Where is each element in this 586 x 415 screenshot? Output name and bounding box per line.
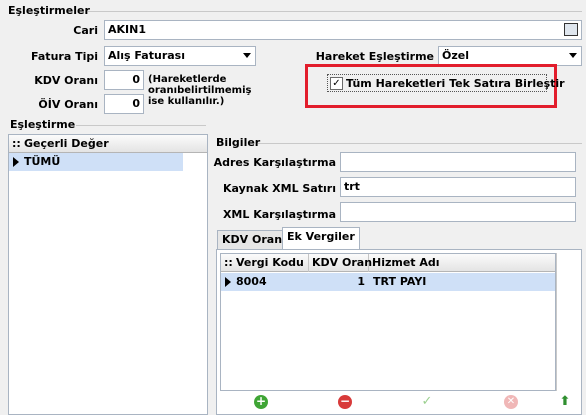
mappings-section-title: Eşleştirmeler <box>8 4 90 17</box>
xml-compare-field[interactable] <box>340 202 576 222</box>
rate-note: (Hareketlerde oranıbelirtilmemiş ise kul… <box>148 74 252 107</box>
tax-grid-row[interactable]: 8004 1 TRT PAYI <box>221 273 555 291</box>
cari-label: Cari <box>73 24 98 37</box>
merge-checkbox[interactable]: ✓ <box>330 77 343 90</box>
service-name-cell: TRT PAYI <box>373 275 427 288</box>
vat-rate-label: KDV Oranı <box>34 74 98 87</box>
row-indicator-icon <box>13 157 19 167</box>
mapping-grid-cell: TÜMÜ <box>24 155 61 168</box>
vat-rate-field[interactable]: 0 <box>104 70 144 90</box>
cari-field[interactable]: AKIN1 <box>104 20 582 40</box>
cari-value: AKIN1 <box>108 23 146 36</box>
merge-checkbox-row[interactable]: ✓ Tüm Hareketleri Tek Satıra Birleştir <box>327 74 565 92</box>
lookup-icon[interactable] <box>564 23 578 36</box>
xml-compare-label: XML Karşılaştırma <box>222 208 336 221</box>
grid-options-icon[interactable]: :: <box>12 135 21 152</box>
mapping-grid-row[interactable]: TÜMÜ <box>9 153 183 171</box>
col-tax-code[interactable]: Vergi Kodu <box>233 254 309 272</box>
merge-checkbox-label: Tüm Hareketleri Tek Satıra Birleştir <box>346 77 565 90</box>
chevron-down-icon <box>243 53 251 58</box>
tab-kdv-rate[interactable]: KDV Oranı <box>217 230 291 250</box>
cancel-icon[interactable]: ✕ <box>504 395 518 409</box>
mapping-grid[interactable]: :: Geçerli Değer TÜMÜ <box>8 134 208 415</box>
mappings-divider <box>88 11 582 12</box>
address-match-label: Adres Karşılaştırma <box>213 156 336 169</box>
source-xml-row-field[interactable]: trt <box>340 177 576 197</box>
tax-grid[interactable]: :: Vergi Kodu KDV Oranı Hizmet Adı 8004 … <box>220 253 556 391</box>
mapping-section-title: Eşleştirme <box>10 118 76 131</box>
vat-cell: 1 <box>357 275 365 288</box>
movement-match-label: Hareket Eşleştirme <box>315 50 434 63</box>
movement-match-select[interactable]: Özel <box>438 46 582 66</box>
source-xml-row-label: Kaynak XML Satırı <box>222 182 336 195</box>
grid-divider <box>556 253 557 391</box>
add-icon[interactable]: + <box>254 395 268 409</box>
info-divider <box>258 143 582 144</box>
tax-grid-header: :: Vergi Kodu KDV Oranı Hizmet Adı <box>221 254 555 272</box>
move-up-icon[interactable]: ⬆ <box>558 395 572 409</box>
movement-match-value: Özel <box>442 49 469 62</box>
tab-extra-taxes[interactable]: Ek Vergiler <box>282 227 360 249</box>
mapping-divider <box>76 125 206 126</box>
tax-code-cell: 8004 <box>236 275 267 288</box>
chevron-down-icon <box>569 53 577 58</box>
info-section-title: Bilgiler <box>216 136 261 149</box>
invoice-type-select[interactable]: Alış Faturası <box>104 46 256 66</box>
grid-options-icon[interactable]: :: <box>224 254 233 271</box>
invoice-type-value: Alış Faturası <box>108 49 185 62</box>
oiv-rate-field[interactable]: 0 <box>104 94 144 114</box>
col-vat-rate[interactable]: KDV Oranı <box>309 254 376 272</box>
oiv-rate-label: ÖİV Oranı <box>38 98 98 111</box>
address-match-field[interactable] <box>340 152 576 172</box>
remove-icon[interactable]: − <box>338 395 352 409</box>
invoice-type-label: Fatura Tipi <box>31 50 98 63</box>
mapping-grid-header: :: Geçerli Değer <box>9 135 207 153</box>
tab-panel: :: Vergi Kodu KDV Oranı Hizmet Adı 8004 … <box>216 249 582 415</box>
col-service-name[interactable]: Hizmet Adı <box>369 254 555 272</box>
mapping-grid-column[interactable]: Geçerli Değer <box>24 135 109 152</box>
confirm-icon[interactable]: ✓ <box>420 395 434 409</box>
row-indicator-icon <box>225 277 231 287</box>
